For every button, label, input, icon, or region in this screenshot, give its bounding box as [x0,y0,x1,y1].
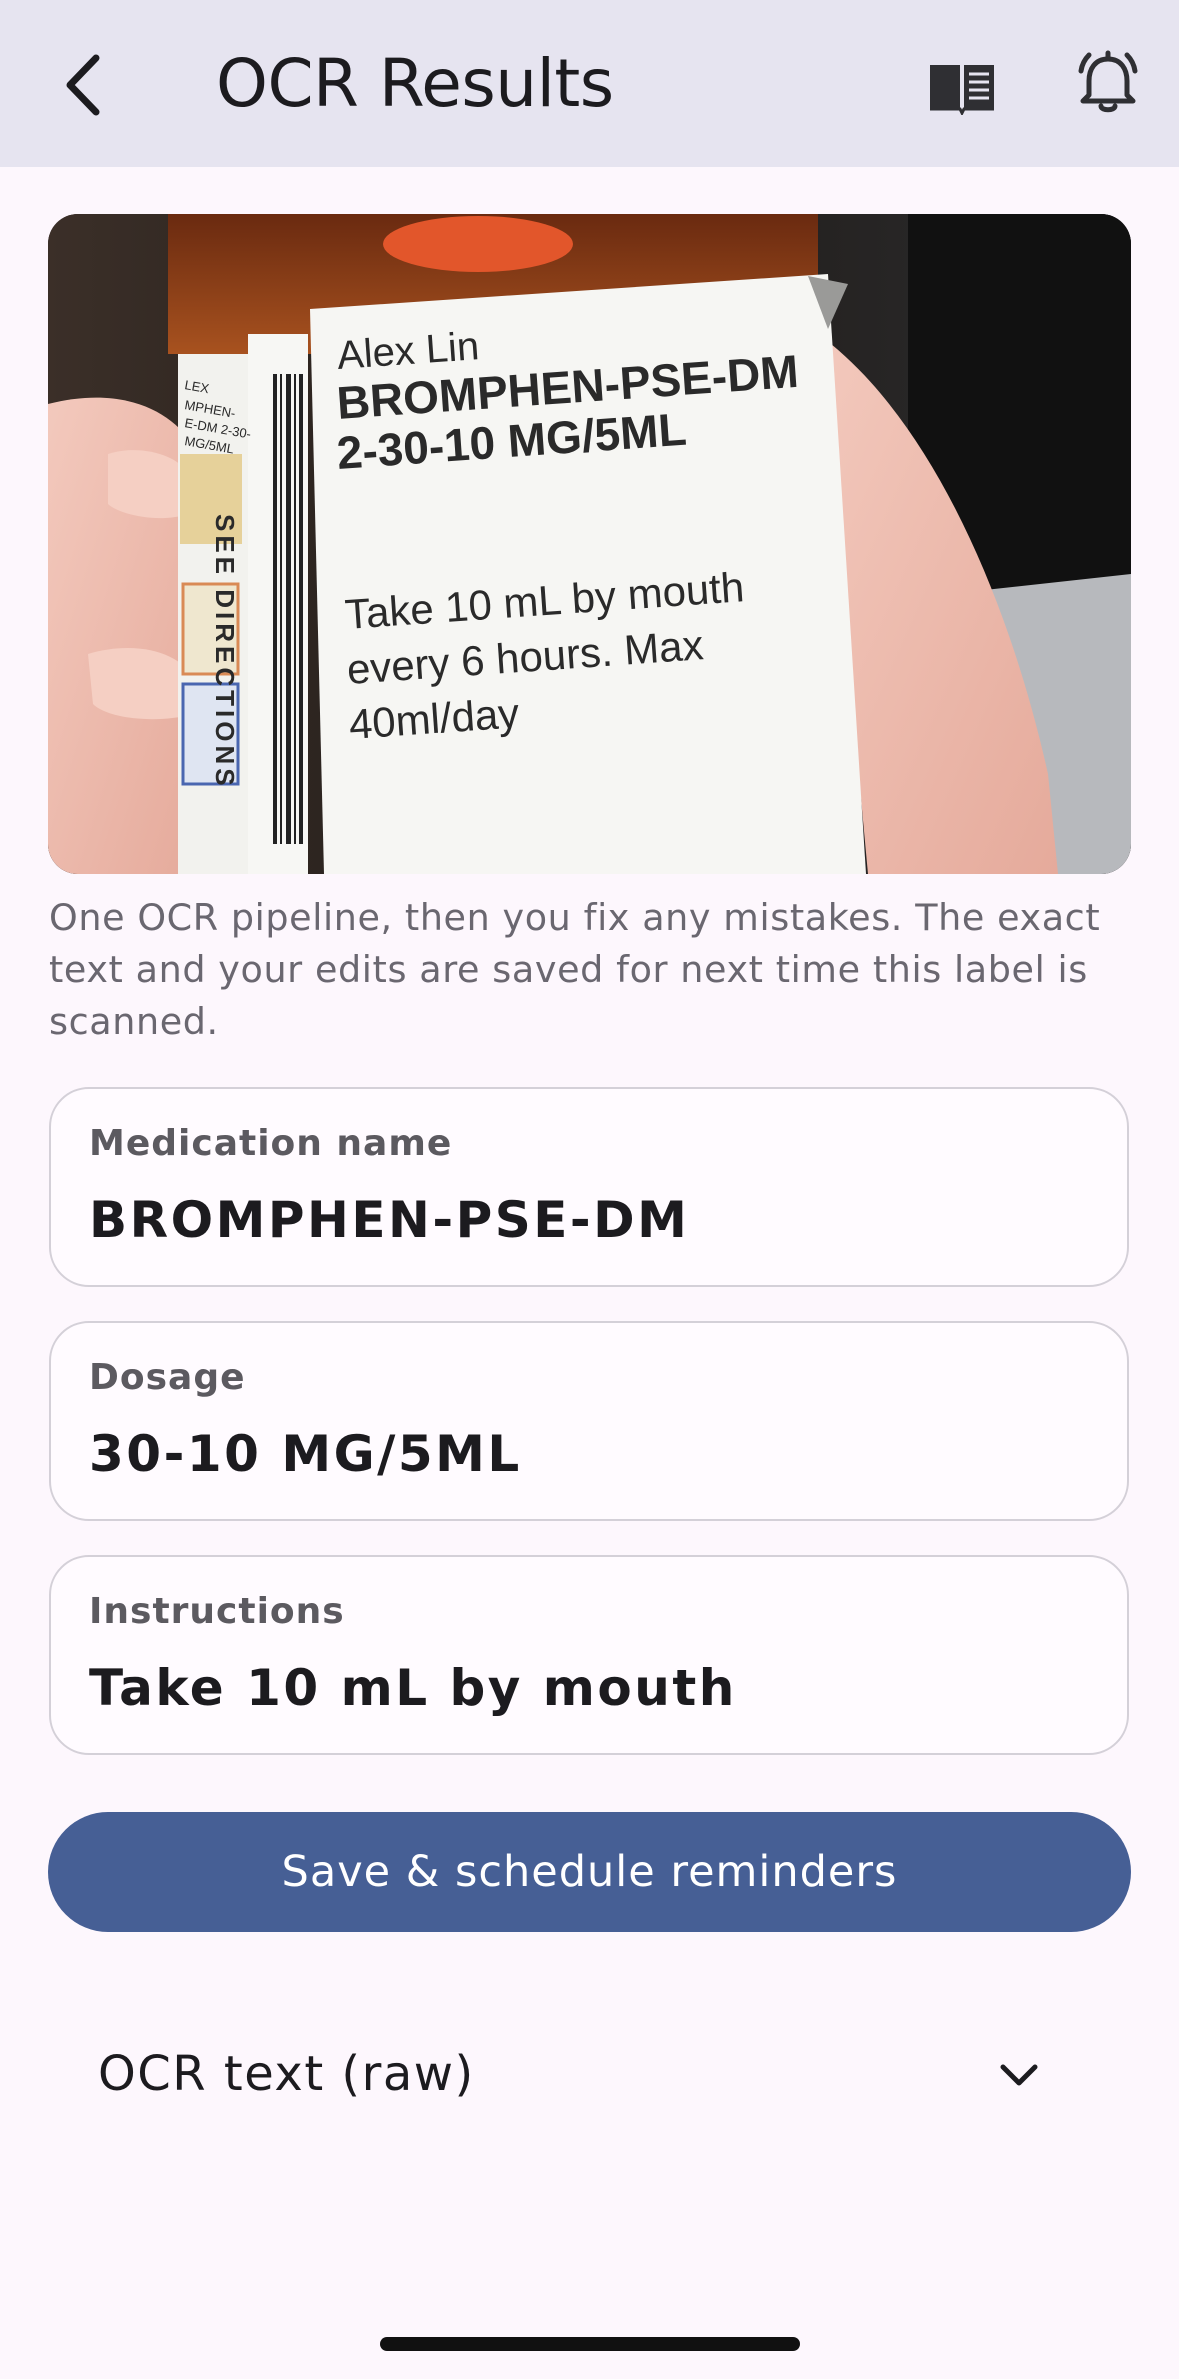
instructions-field[interactable]: Instructions Take 10 mL by mouth [49,1555,1129,1755]
app-bar: OCR Results [0,0,1179,167]
chevron-left-icon [66,54,100,116]
ocr-hint-text: One OCR pipeline, then you fix any mista… [49,896,1101,1043]
chevron-down-icon [994,2050,1044,2100]
book-icon [930,65,994,115]
save-schedule-button[interactable]: Save & schedule reminders [48,1812,1131,1932]
notifications-button[interactable] [1068,44,1148,124]
photo-side-text: SEE DIRECTIONS [210,514,240,790]
page-title: OCR Results [216,45,614,122]
back-button[interactable] [48,40,120,130]
dosage-label: Dosage [89,1357,246,1398]
instructions-label: Instructions [89,1591,345,1632]
label-photo: Alex Lin BROMPHEN-PSE-DM 2-30-10 MG/5ML … [48,214,1131,874]
home-indicator [380,2337,800,2351]
medication-name-field[interactable]: Medication name BROMPHEN-PSE-DM [49,1087,1129,1287]
dosage-field[interactable]: Dosage 30-10 MG/5ML [49,1321,1129,1521]
medication-name-label: Medication name [89,1123,453,1164]
ocr-raw-expander[interactable]: OCR text (raw) [48,2020,1131,2130]
instructions-value[interactable]: Take 10 mL by mouth [89,1659,737,1717]
ocr-raw-label: OCR text (raw) [98,2046,475,2102]
guide-button[interactable] [922,46,1002,126]
dosage-value[interactable]: 30-10 MG/5ML [89,1425,522,1483]
medication-name-value[interactable]: BROMPHEN-PSE-DM [89,1191,689,1249]
bell-icon [1078,50,1138,113]
